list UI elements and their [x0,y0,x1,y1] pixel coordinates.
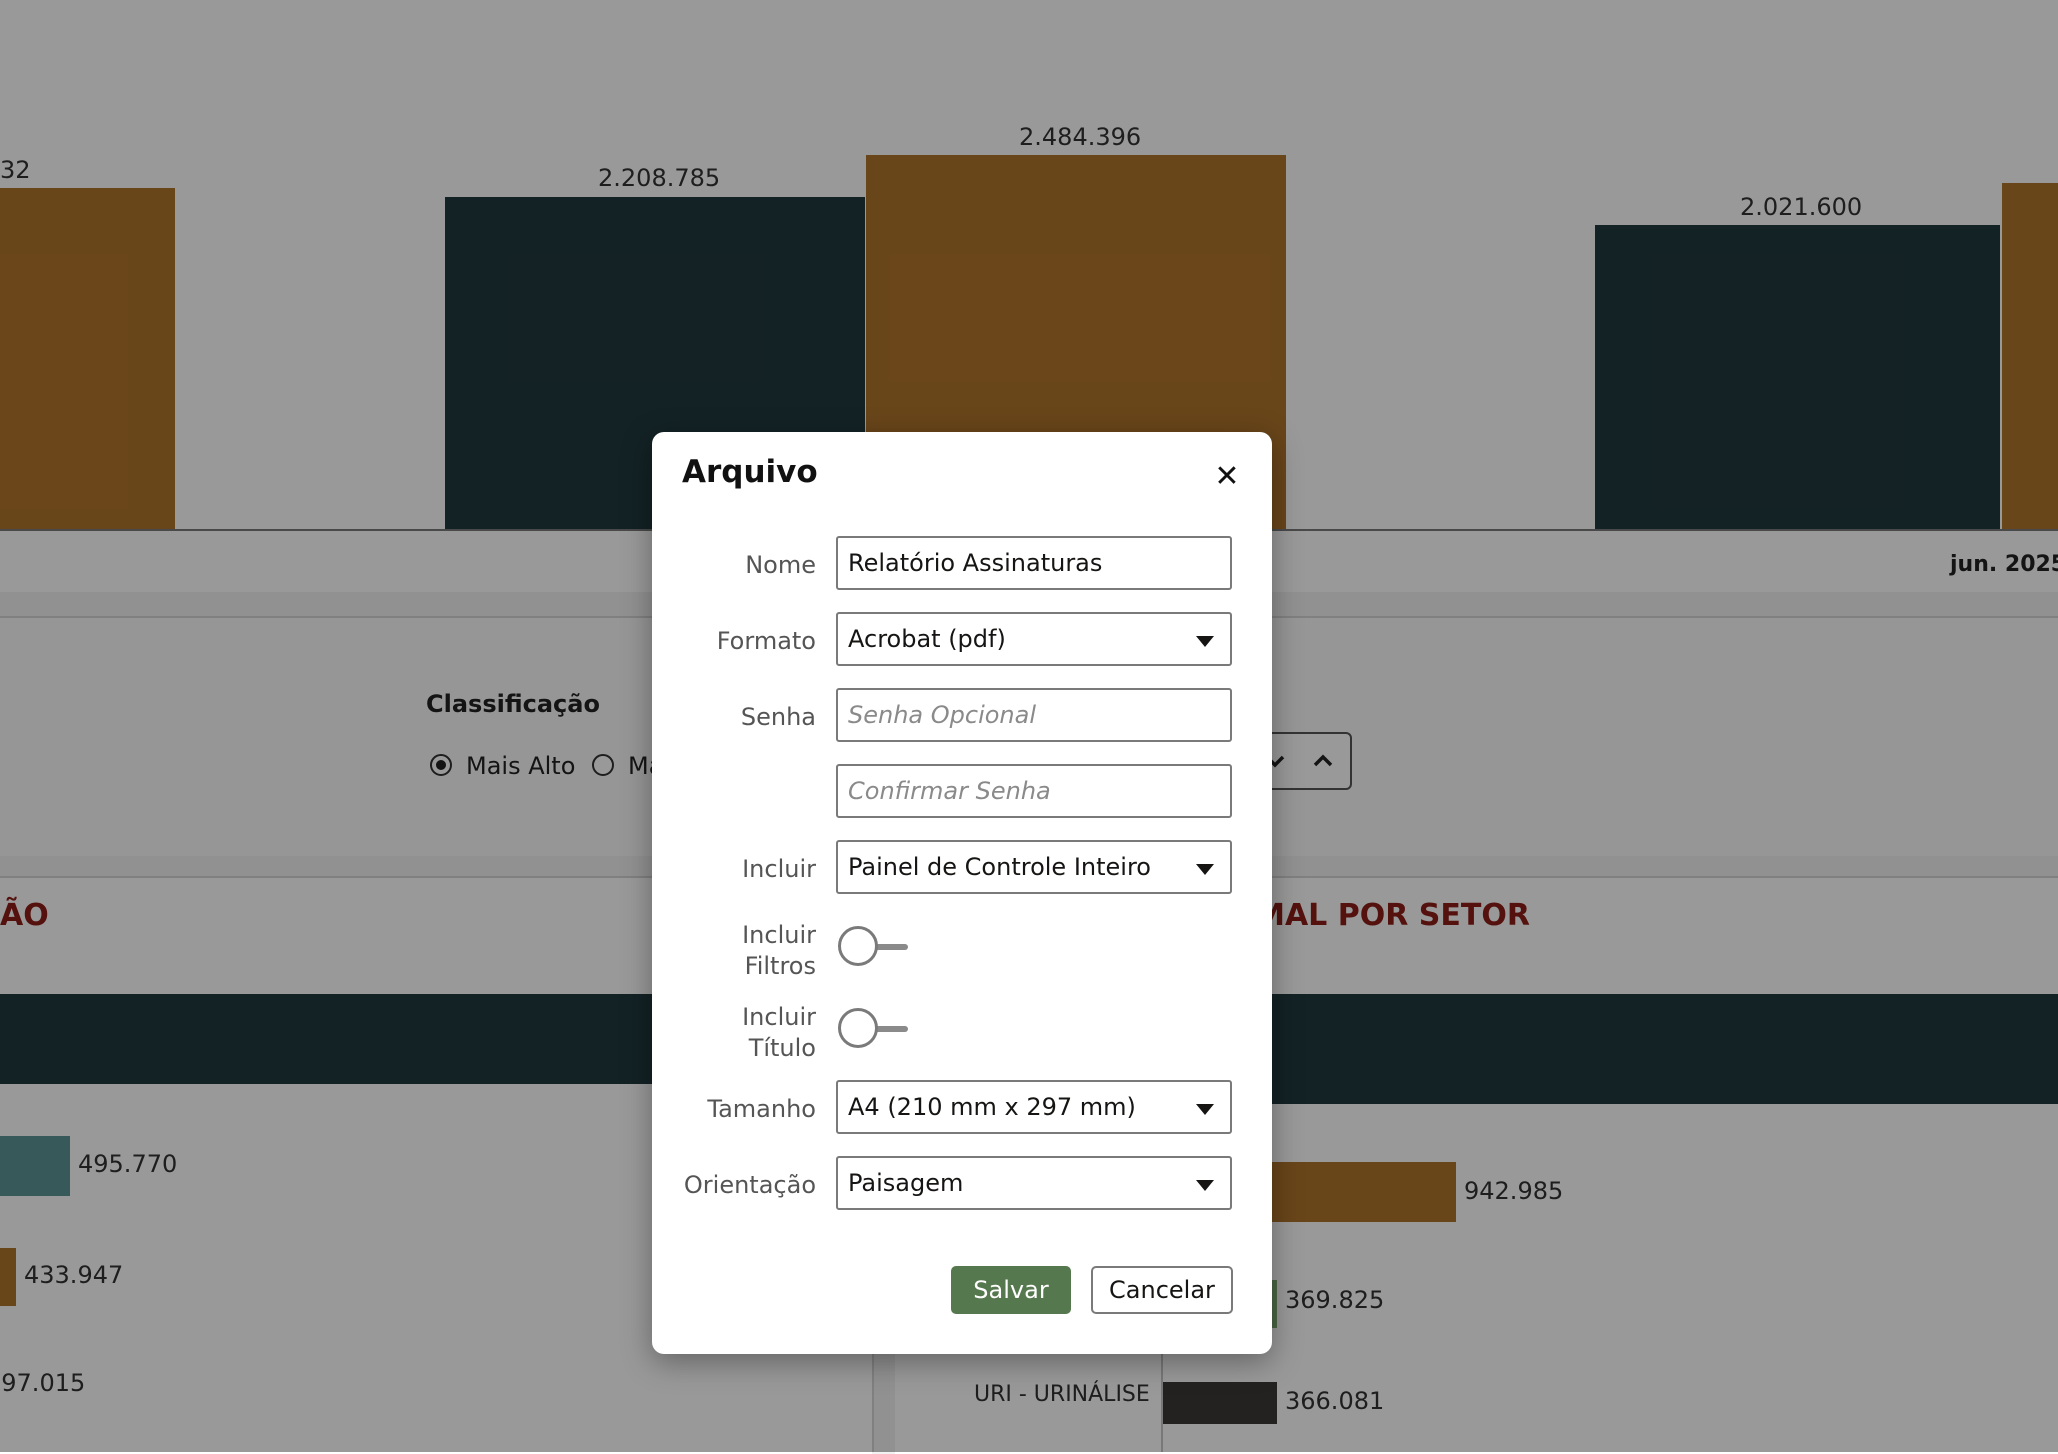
incluir-label: Incluir [742,855,816,883]
formato-label: Formato [716,627,816,655]
chevron-down-icon [1196,864,1214,875]
formato-select[interactable]: Acrobat (pdf) [836,612,1232,666]
orientacao-value: Paisagem [848,1169,964,1197]
nome-label: Nome [745,551,816,579]
save-button[interactable]: Salvar [951,1266,1071,1314]
close-icon[interactable]: ✕ [1212,462,1242,492]
chevron-down-icon [1196,636,1214,647]
toggle-knob [838,926,878,966]
formato-value: Acrobat (pdf) [848,625,1006,653]
nome-input[interactable]: Relatório Assinaturas [836,536,1232,590]
senha-label: Senha [740,703,816,731]
tamanho-value: A4 (210 mm x 297 mm) [848,1093,1136,1121]
orientacao-select[interactable]: Paisagem [836,1156,1232,1210]
cancel-button[interactable]: Cancelar [1091,1266,1233,1314]
confirmar-senha-input[interactable]: Confirmar Senha [836,764,1232,818]
tamanho-label: Tamanho [707,1095,816,1123]
incluir-value: Painel de Controle Inteiro [848,853,1151,881]
incluir-select[interactable]: Painel de Controle Inteiro [836,840,1232,894]
chevron-down-icon [1196,1180,1214,1191]
dialog-title: Arquivo [682,454,818,490]
incluir-filtros-toggle[interactable] [838,926,908,970]
orientacao-label: Orientação [683,1171,816,1199]
toggle-knob [838,1008,878,1048]
chevron-down-icon [1196,1104,1214,1115]
tamanho-select[interactable]: A4 (210 mm x 297 mm) [836,1080,1232,1134]
export-dialog: Arquivo ✕ Nome Relatório Assinaturas For… [652,432,1272,1354]
incluir-titulo-label: Incluir Título [742,1003,816,1062]
incluir-filtros-label: Incluir Filtros [742,921,816,980]
senha-input[interactable]: Senha Opcional [836,688,1232,742]
incluir-titulo-toggle[interactable] [838,1008,908,1052]
